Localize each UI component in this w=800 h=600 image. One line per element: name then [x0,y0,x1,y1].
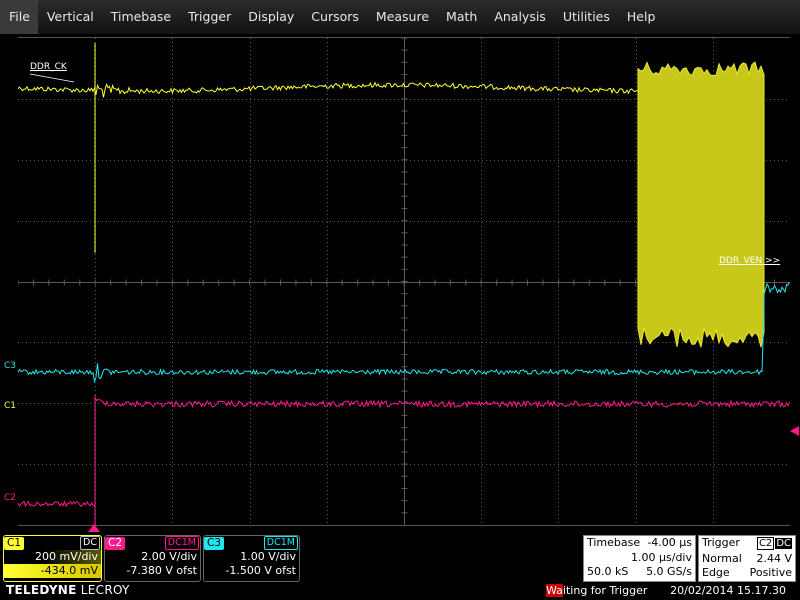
brand-teledyne: TELEDYNE [6,583,77,597]
c3-coupling: DC1M [263,536,298,550]
menu-math[interactable]: Math [437,0,485,34]
trigger-mode: Normal [702,551,742,565]
c2-offset-marker[interactable]: C2 [4,493,16,503]
c1-descriptor[interactable]: C1 DC 200 mV/div -434.0 mV [3,535,102,582]
c1-burst [637,61,765,348]
status-bar: TELEDYNE LECROY Waiting for Trigger 20/0… [0,582,800,600]
timebase-samples: 50.0 kS [587,565,629,578]
timebase-sample-row: 50.0 kS 5.0 GS/s [584,565,695,580]
menu-file[interactable]: File [0,0,38,34]
trigger-source: C2 [756,537,775,550]
timebase-header-row: Timebase -4.00 µs [584,536,695,551]
timebase-rate: 5.0 GS/s [646,565,692,578]
menu-analysis[interactable]: Analysis [485,0,554,34]
brand-lecroy: LECROY [76,583,130,597]
menu-bar: File Vertical Timebase Trigger Display C… [0,0,800,34]
trigger-mode-row: Normal 2.44 V [699,552,795,567]
c1-coupling: DC [80,536,100,550]
trigger-source-group: C2 DC [756,536,792,552]
trigger-type: Edge [702,566,730,579]
c1-tag: C1 [4,536,25,550]
timebase-per-div: 1.00 µs/div [631,550,692,564]
timebase-delay: -4.00 µs [647,536,692,549]
trigger-descriptor[interactable]: Trigger C2 DC Normal 2.44 V Edge Positive [698,535,796,582]
timestamp: 20/02/2014 15.17.30 [670,584,786,597]
menu-measure[interactable]: Measure [367,0,437,34]
menu-utilities[interactable]: Utilities [554,0,618,34]
c3-offset-marker[interactable]: C3 [4,361,16,371]
brand-logo: TELEDYNE LECROY [6,583,130,597]
c2-offset: -7.380 V ofst [126,564,197,577]
menu-help[interactable]: Help [618,0,664,34]
c2-descriptor-header: C2 DC1M [105,536,200,550]
c1-offset: -434.0 mV [4,564,101,578]
trigger-type-row: Edge Positive [699,566,795,581]
c2-descriptor[interactable]: C2 DC1M 2.00 V/div -7.380 V ofst [104,535,201,582]
acquisition-status-highlight: Wa [546,584,563,597]
trigger-level-marker[interactable] [790,426,800,436]
c3-descriptor[interactable]: C3 DC1M 1.00 V/div -1.500 V ofst [203,535,300,582]
c1-offset-marker[interactable]: C1 [4,401,16,411]
trigger-header-row: Trigger C2 DC [699,536,795,552]
timebase-scale-row: 1.00 µs/div [584,551,695,566]
c2-tag: C2 [105,536,126,550]
c2-scale: 2.00 V/div [141,550,197,563]
trigger-slope: Positive [749,566,792,579]
timebase-descriptor[interactable]: Timebase -4.00 µs 1.00 µs/div 50.0 kS 5.… [583,535,696,582]
acquisition-status: Waiting for Trigger [546,584,647,597]
timebase-label: Timebase [587,536,641,549]
menu-trigger[interactable]: Trigger [179,0,239,34]
trigger-level: 2.44 V [756,551,792,565]
c3-descriptor-header: C3 DC1M [204,536,299,550]
ddr-ck-leader [29,73,75,83]
waveform-canvas[interactable] [18,38,790,525]
trigger-position-marker[interactable] [88,524,100,533]
waveform-display[interactable] [18,37,790,526]
c1-descriptor-header: C1 DC [4,536,101,550]
menu-timebase[interactable]: Timebase [102,0,179,34]
ddr-ck-label: DDR_CK [30,62,67,72]
c3-scale: 1.00 V/div [240,550,296,563]
c1-scale: 200 mV/div [4,550,101,564]
menu-cursors[interactable]: Cursors [302,0,367,34]
c3-tag: C3 [204,536,225,550]
trigger-coupling: DC [775,538,792,549]
acquisition-status-text: iting for Trigger [562,584,648,597]
c3-offset: -1.500 V ofst [225,564,296,577]
c2-coupling: DC1M [164,536,199,550]
c2-trace [18,395,790,525]
trigger-label: Trigger [702,536,740,549]
menu-display[interactable]: Display [239,0,302,34]
ddr-ven-label: DDR_VEN >> [719,256,781,266]
menu-vertical[interactable]: Vertical [38,0,102,34]
